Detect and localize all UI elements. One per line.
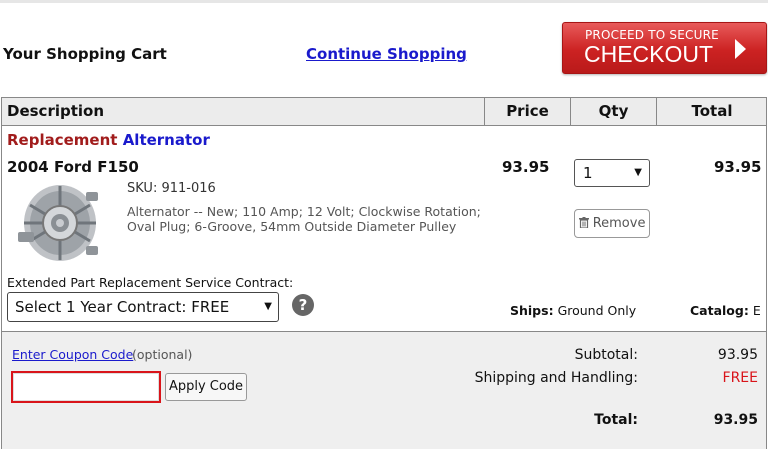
catalog-info: Catalog: E xyxy=(690,303,761,318)
subtotal-label: Subtotal: xyxy=(574,347,638,363)
remove-label: Remove xyxy=(592,216,646,231)
contract-select[interactable]: Select 1 Year Contract: FREE ▼ xyxy=(7,292,279,322)
ships-label: Ships: xyxy=(510,303,554,318)
quantity-select[interactable]: 1 ▼ xyxy=(574,159,650,187)
trash-icon xyxy=(578,216,593,231)
item-price: 93.95 xyxy=(502,158,550,176)
product-description: Alternator -- New; 110 Amp; 12 Volt; Clo… xyxy=(127,204,481,234)
shipping-label: Shipping and Handling: xyxy=(474,370,638,386)
catalog-label: Catalog: xyxy=(690,303,749,318)
checkout-label: CHECKOUT xyxy=(584,41,714,67)
vehicle-name: 2004 Ford F150 xyxy=(7,158,139,176)
ships-info: Ships: Ground Only xyxy=(510,303,636,318)
coupon-field xyxy=(11,371,161,403)
coupon-optional-label: (optional) xyxy=(132,347,193,362)
total-label: Total: xyxy=(594,412,638,428)
apply-code-button[interactable]: Apply Code xyxy=(165,373,247,401)
product-category: Replacement Alternator xyxy=(7,131,210,149)
cart-table-header: Description Price Qty Total xyxy=(2,98,766,126)
product-category-type: Replacement xyxy=(7,131,118,149)
top-divider xyxy=(0,0,768,3)
quantity-value: 1 xyxy=(583,164,593,182)
header-price: Price xyxy=(484,98,570,125)
product-category-name: Alternator xyxy=(122,131,210,149)
cart-table: Description Price Qty Total Replacement … xyxy=(1,97,767,449)
contract-label: Extended Part Replacement Service Contra… xyxy=(7,275,294,290)
header-total: Total xyxy=(656,98,767,125)
checkout-subtitle: PROCEED TO SECURE xyxy=(585,28,719,42)
caret-down-icon: ▼ xyxy=(264,301,272,312)
item-total: 93.95 xyxy=(714,158,762,176)
coupon-input[interactable] xyxy=(13,373,159,401)
question-icon[interactable]: ? xyxy=(292,294,314,316)
total-value: 93.95 xyxy=(713,412,758,428)
contract-selected-value: Select 1 Year Contract: FREE xyxy=(15,298,230,316)
subtotal-value: 93.95 xyxy=(717,347,758,363)
page-title: Your Shopping Cart xyxy=(3,45,167,63)
shipping-value: FREE xyxy=(722,370,758,386)
header-description: Description xyxy=(7,102,105,120)
remove-button[interactable]: Remove xyxy=(574,209,650,238)
cart-summary: Enter Coupon Code (optional) Apply Code … xyxy=(2,331,766,449)
enter-coupon-link[interactable]: Enter Coupon Code xyxy=(12,347,133,362)
proceed-to-checkout-button[interactable]: PROCEED TO SECURE CHECKOUT xyxy=(562,22,767,74)
chevron-right-icon xyxy=(733,37,749,65)
caret-down-icon: ▼ xyxy=(634,167,642,178)
ships-value: Ground Only xyxy=(557,303,637,318)
header-qty: Qty xyxy=(570,98,656,125)
product-sku: SKU: 911-016 xyxy=(127,181,216,196)
catalog-value: E xyxy=(752,303,761,318)
alternator-image xyxy=(16,180,104,270)
continue-shopping-link[interactable]: Continue Shopping xyxy=(306,45,467,63)
